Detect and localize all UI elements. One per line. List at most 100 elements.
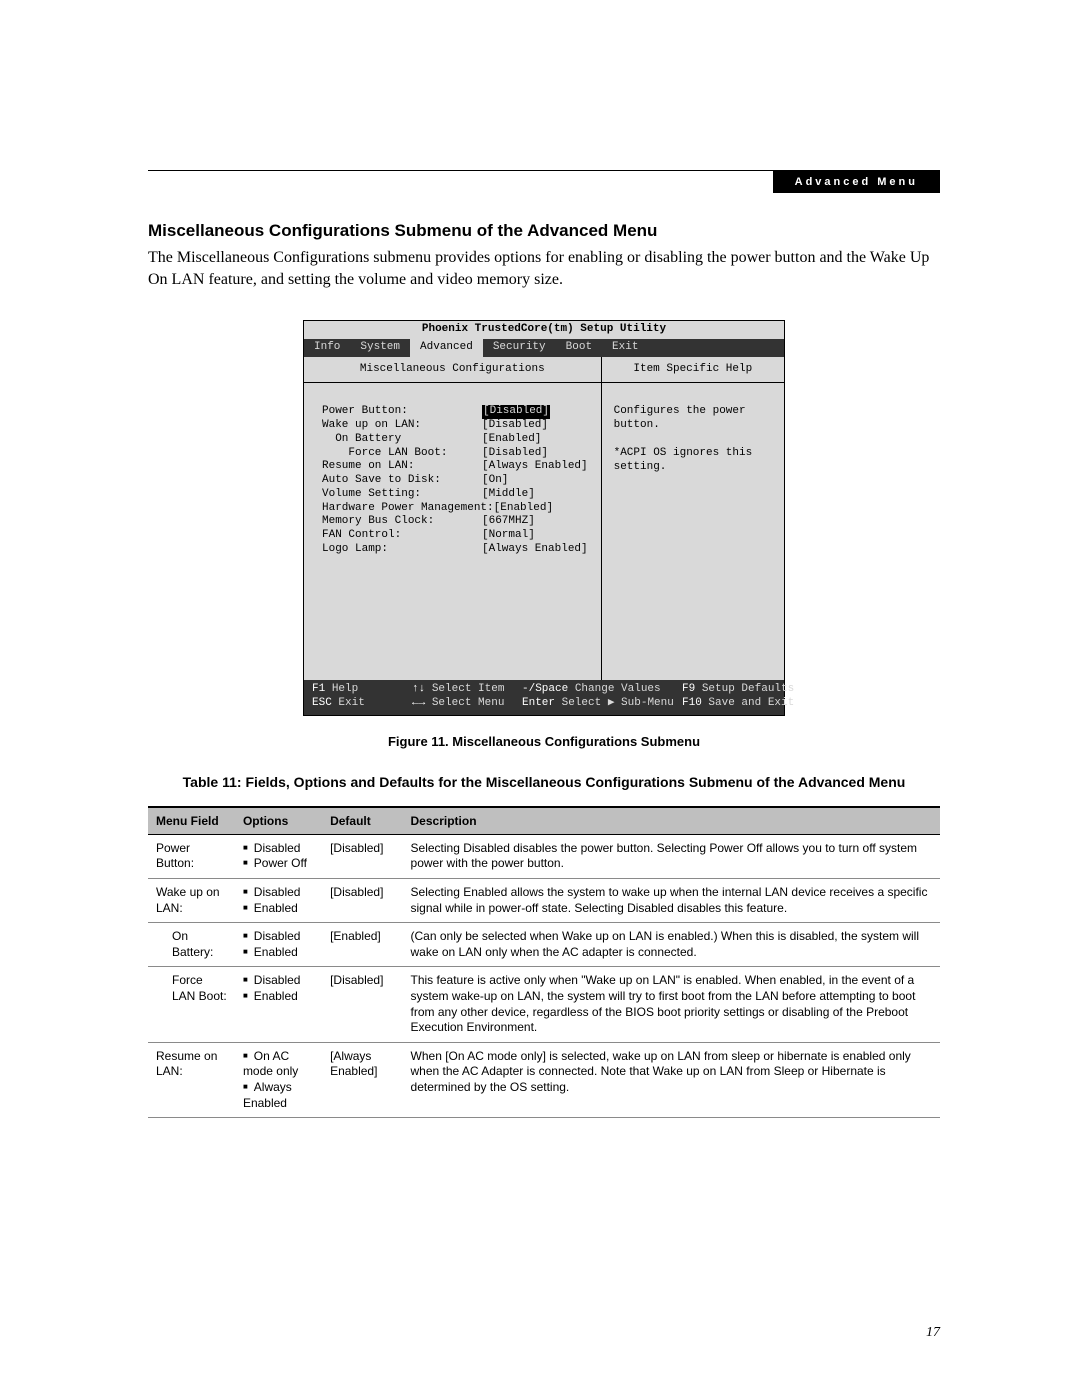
- table-caption: Table 11: Fields, Options and Defaults f…: [148, 773, 940, 792]
- option-item: Enabled: [243, 901, 314, 917]
- bios-help-pane: Configures the power button. *ACPI OS ig…: [602, 383, 784, 680]
- bios-settings-list: Power Button:[Disabled]Wake up on LAN:[D…: [304, 383, 601, 680]
- table-row: Resume on LAN:On AC mode onlyAlways Enab…: [148, 1042, 940, 1117]
- bios-setting-row: Resume on LAN:[Always Enabled]: [322, 460, 591, 474]
- bios-setting-label: Memory Bus Clock:: [322, 515, 482, 529]
- bios-setting-label: On Battery: [322, 433, 482, 447]
- options-table: Menu FieldOptionsDefaultDescription Powe…: [148, 806, 940, 1118]
- table-header-cell: Description: [403, 807, 940, 835]
- bios-footer-hint: -/Space Change Values: [522, 683, 682, 697]
- bios-setting-label: Hardware Power Management:: [322, 502, 494, 516]
- table-row: On Battery:DisabledEnabled[Enabled](Can …: [148, 923, 940, 967]
- bios-tab: Boot: [556, 339, 602, 357]
- default-cell: [Enabled]: [322, 923, 402, 967]
- bios-setting-row: Auto Save to Disk:[On]: [322, 474, 591, 488]
- table-row: Power Button:DisabledPower Off[Disabled]…: [148, 834, 940, 878]
- bios-setting-row: Logo Lamp:[Always Enabled]: [322, 543, 591, 557]
- bios-setting-label: Force LAN Boot:: [322, 447, 482, 461]
- bios-setting-value: [Disabled]: [482, 405, 550, 419]
- options-cell: DisabledEnabled: [235, 923, 322, 967]
- bios-setting-label: FAN Control:: [322, 529, 482, 543]
- option-item: Disabled: [243, 973, 314, 989]
- figure-caption: Figure 11. Miscellaneous Configurations …: [148, 734, 940, 749]
- bios-setting-label: Resume on LAN:: [322, 460, 482, 474]
- description-cell: This feature is active only when "Wake u…: [403, 967, 940, 1042]
- bios-tab-bar: InfoSystemAdvancedSecurityBootExit: [304, 339, 784, 357]
- default-cell: [Disabled]: [322, 834, 402, 878]
- intro-paragraph: The Miscellaneous Configurations submenu…: [148, 247, 940, 290]
- bios-title: Phoenix TrustedCore(tm) Setup Utility: [304, 321, 784, 339]
- bios-footer-hint: F9 Setup Defaults: [682, 683, 802, 697]
- section-heading: Miscellaneous Configurations Submenu of …: [148, 221, 940, 241]
- bios-help-line: *ACPI OS ignores this setting.: [614, 447, 774, 475]
- bios-left-pane-title: Miscellaneous Configurations: [304, 357, 601, 384]
- bios-setting-value: [Disabled]: [482, 447, 548, 461]
- page-number: 17: [926, 1325, 940, 1341]
- bios-tab: Info: [304, 339, 350, 357]
- bios-setting-row: On Battery[Enabled]: [322, 433, 591, 447]
- bios-setting-row: Force LAN Boot:[Disabled]: [322, 447, 591, 461]
- bios-help-line: Configures the power button.: [614, 405, 774, 433]
- bios-footer-hint: F1 Help: [312, 683, 412, 697]
- bios-setting-row: Wake up on LAN:[Disabled]: [322, 419, 591, 433]
- option-item: Disabled: [243, 885, 314, 901]
- options-cell: DisabledEnabled: [235, 879, 322, 923]
- bios-setting-value: [On]: [482, 474, 508, 488]
- option-item: Enabled: [243, 945, 314, 961]
- bios-setting-row: FAN Control:[Normal]: [322, 529, 591, 543]
- options-cell: On AC mode onlyAlways Enabled: [235, 1042, 322, 1117]
- menu-field-cell: Power Button:: [148, 834, 235, 878]
- menu-field-cell: Resume on LAN:: [148, 1042, 235, 1117]
- bios-setting-row: Hardware Power Management:[Enabled]: [322, 502, 591, 516]
- header-chapter-box: Advanced Menu: [773, 171, 940, 193]
- bios-screenshot: Phoenix TrustedCore(tm) Setup Utility In…: [303, 320, 785, 716]
- bios-footer-hint: ESC Exit: [312, 697, 412, 711]
- bios-footer-hint: F10 Save and Exit: [682, 697, 802, 711]
- description-cell: Selecting Enabled allows the system to w…: [403, 879, 940, 923]
- default-cell: [Always Enabled]: [322, 1042, 402, 1117]
- description-cell: When [On AC mode only] is selected, wake…: [403, 1042, 940, 1117]
- bios-setting-value: [Disabled]: [482, 419, 548, 433]
- bios-footer: F1 Help↑↓ Select Item-/Space Change Valu…: [304, 680, 784, 715]
- bios-setting-label: Auto Save to Disk:: [322, 474, 482, 488]
- bios-setting-value: [Always Enabled]: [482, 460, 588, 474]
- table-header-cell: Default: [322, 807, 402, 835]
- description-cell: Selecting Disabled disables the power bu…: [403, 834, 940, 878]
- menu-field-cell: On Battery:: [148, 923, 235, 967]
- option-item: Power Off: [243, 856, 314, 872]
- bios-setting-row: Memory Bus Clock:[667MHZ]: [322, 515, 591, 529]
- bios-footer-hint: Enter Select ▶ Sub-Menu: [522, 697, 682, 711]
- menu-field-cell: Wake up on LAN:: [148, 879, 235, 923]
- bios-tab: Advanced: [410, 339, 483, 357]
- bios-setting-value: [Enabled]: [494, 502, 553, 516]
- bios-setting-label: Wake up on LAN:: [322, 419, 482, 433]
- bios-setting-value: [Always Enabled]: [482, 543, 588, 557]
- options-cell: DisabledEnabled: [235, 967, 322, 1042]
- description-cell: (Can only be selected when Wake up on LA…: [403, 923, 940, 967]
- menu-field-cell: Force LAN Boot:: [148, 967, 235, 1042]
- option-item: Disabled: [243, 929, 314, 945]
- bios-right-pane-title: Item Specific Help: [602, 357, 784, 384]
- table-header-cell: Options: [235, 807, 322, 835]
- bios-setting-value: [Middle]: [482, 488, 535, 502]
- bios-setting-label: Volume Setting:: [322, 488, 482, 502]
- default-cell: [Disabled]: [322, 967, 402, 1042]
- bios-setting-value: [Normal]: [482, 529, 535, 543]
- table-header-cell: Menu Field: [148, 807, 235, 835]
- table-row: Wake up on LAN:DisabledEnabled[Disabled]…: [148, 879, 940, 923]
- option-item: Disabled: [243, 841, 314, 857]
- bios-tab: Exit: [602, 339, 648, 357]
- bios-setting-value: [Enabled]: [482, 433, 541, 447]
- option-item: On AC mode only: [243, 1049, 314, 1080]
- options-cell: DisabledPower Off: [235, 834, 322, 878]
- default-cell: [Disabled]: [322, 879, 402, 923]
- bios-setting-row: Volume Setting:[Middle]: [322, 488, 591, 502]
- header-rule: Advanced Menu: [148, 170, 940, 171]
- bios-setting-value: [667MHZ]: [482, 515, 535, 529]
- bios-setting-row: Power Button:[Disabled]: [322, 405, 591, 419]
- option-item: Always Enabled: [243, 1080, 314, 1111]
- bios-setting-label: Power Button:: [322, 405, 482, 419]
- bios-tab: Security: [483, 339, 556, 357]
- option-item: Enabled: [243, 989, 314, 1005]
- table-row: Force LAN Boot:DisabledEnabled[Disabled]…: [148, 967, 940, 1042]
